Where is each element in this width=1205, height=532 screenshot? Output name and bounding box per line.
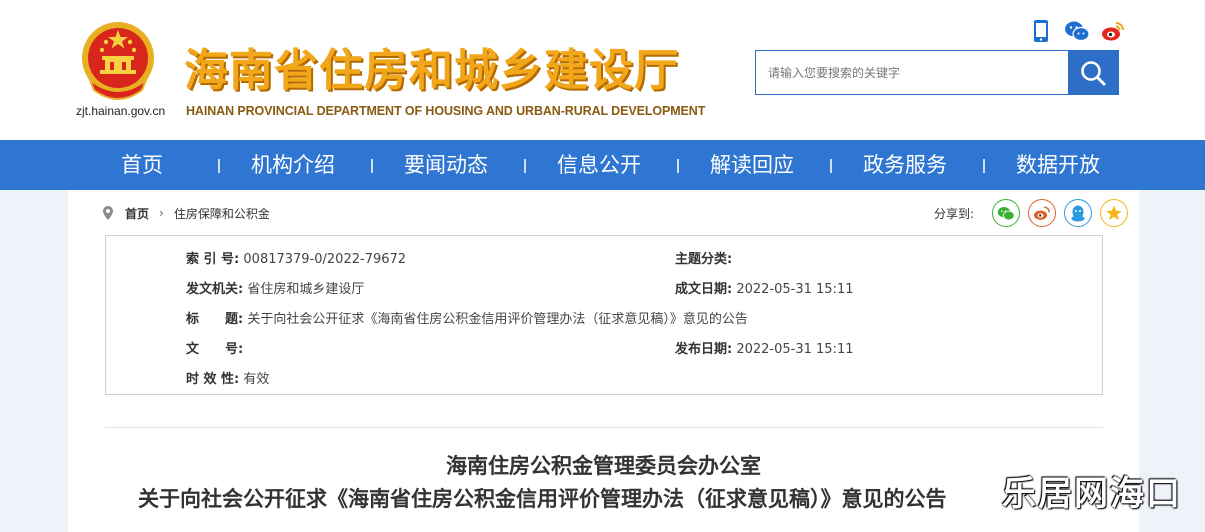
nav-home[interactable]: 首页 [121, 140, 163, 190]
meta-created-label: 成文日期: [675, 282, 733, 297]
section-divider [105, 427, 1103, 428]
share-wechat-button[interactable] [992, 199, 1020, 227]
search-icon [1081, 60, 1106, 85]
site-domain: zjt.hainan.gov.cn [76, 104, 166, 118]
meta-validity-value: 有效 [243, 372, 270, 387]
search-button[interactable] [1068, 51, 1118, 94]
meta-published-label: 发布日期: [675, 342, 733, 357]
nav-open-data[interactable]: 数据开放 [1016, 140, 1100, 190]
nav-separator [371, 159, 373, 173]
meta-index: 索 引 号: 00817379-0/2022-79672 [186, 248, 406, 267]
meta-issuer-value: 省住房和城乡建设厅 [247, 282, 365, 297]
breadcrumb: 首页 › 住房保障和公积金 [103, 204, 270, 222]
meta-title-value: 关于向社会公开征求《海南省住房公积金信用评价管理办法（征求意见稿）》意见的公告 [247, 312, 748, 327]
share-label: 分享到: [933, 206, 974, 221]
main-nav: 首页 机构介绍 要闻动态 信息公开 解读回应 政务服务 数据开放 [0, 140, 1205, 190]
meta-published: 发布日期: 2022-05-31 15:11 [675, 338, 854, 357]
nav-separator [524, 159, 526, 173]
meta-topic-label: 主题分类: [675, 252, 733, 267]
share-bar: 分享到: [934, 199, 1128, 227]
meta-index-value: 00817379-0/2022-79672 [243, 252, 407, 267]
nav-about[interactable]: 机构介绍 [251, 140, 335, 190]
weibo-icon[interactable] [1100, 18, 1126, 44]
meta-title-label: 标 题: [186, 312, 244, 327]
document-title-line1: 海南住房公积金管理委员会办公室 [446, 454, 761, 478]
mobile-icon[interactable] [1028, 18, 1054, 44]
meta-validity: 时 效 性: 有效 [186, 368, 269, 387]
nav-separator [218, 159, 220, 173]
meta-index-label: 索 引 号: [186, 252, 240, 267]
breadcrumb-current[interactable]: 住房保障和公积金 [174, 205, 270, 222]
meta-issuer-label: 发文机关: [186, 282, 244, 297]
top-icon-group [1028, 18, 1126, 44]
share-qzone-button[interactable] [1100, 199, 1128, 227]
meta-published-value: 2022-05-31 15:11 [736, 342, 854, 357]
wechat-icon [997, 206, 1015, 220]
document-metadata: 索 引 号: 00817379-0/2022-79672 主题分类: 发文机关:… [105, 235, 1103, 395]
meta-validity-label: 时 效 性: [186, 372, 240, 387]
site-title: 海南省住房和城乡建设厅 [184, 45, 679, 96]
watermark: 乐居网海口 [1002, 474, 1182, 514]
search-box [755, 50, 1119, 95]
document-title-line2: 关于向社会公开征求《海南省住房公积金信用评价管理办法（征求意见稿）》意见的公告 [138, 487, 947, 511]
meta-docno: 文 号: [186, 338, 243, 357]
qq-icon [1071, 205, 1085, 221]
national-emblem-icon [82, 22, 154, 100]
nav-separator [830, 159, 832, 173]
nav-news[interactable]: 要闻动态 [404, 140, 488, 190]
meta-created-value: 2022-05-31 15:11 [736, 282, 854, 297]
nav-separator [983, 159, 985, 173]
share-qq-button[interactable] [1064, 199, 1092, 227]
meta-issuer: 发文机关: 省住房和城乡建设厅 [186, 278, 364, 297]
meta-topic: 主题分类: [675, 248, 732, 267]
wechat-icon[interactable] [1064, 18, 1090, 44]
meta-docno-label: 文 号: [186, 342, 244, 357]
content-card: 首页 › 住房保障和公积金 分享到: 索 引 号: 00817379-0/202… [68, 190, 1139, 532]
nav-separator [677, 159, 679, 173]
nav-interpretation[interactable]: 解读回应 [710, 140, 794, 190]
meta-title: 标 题: 关于向社会公开征求《海南省住房公积金信用评价管理办法（征求意见稿）》意… [186, 308, 748, 327]
weibo-icon [1034, 206, 1050, 220]
breadcrumb-home[interactable]: 首页 [125, 205, 149, 222]
nav-disclosure[interactable]: 信息公开 [557, 140, 641, 190]
site-header: zjt.hainan.gov.cn 海南省住房和城乡建设厅 HAINAN PRO… [0, 0, 1205, 140]
meta-created: 成文日期: 2022-05-31 15:11 [675, 278, 854, 297]
location-pin-icon [103, 206, 113, 220]
site-subtitle: HAINAN PROVINCIAL DEPARTMENT OF HOUSING … [186, 104, 706, 118]
breadcrumb-chevron-icon: › [159, 206, 164, 220]
share-weibo-button[interactable] [1028, 199, 1056, 227]
qzone-star-icon [1106, 205, 1122, 221]
search-input[interactable] [756, 51, 1068, 94]
nav-services[interactable]: 政务服务 [863, 140, 947, 190]
